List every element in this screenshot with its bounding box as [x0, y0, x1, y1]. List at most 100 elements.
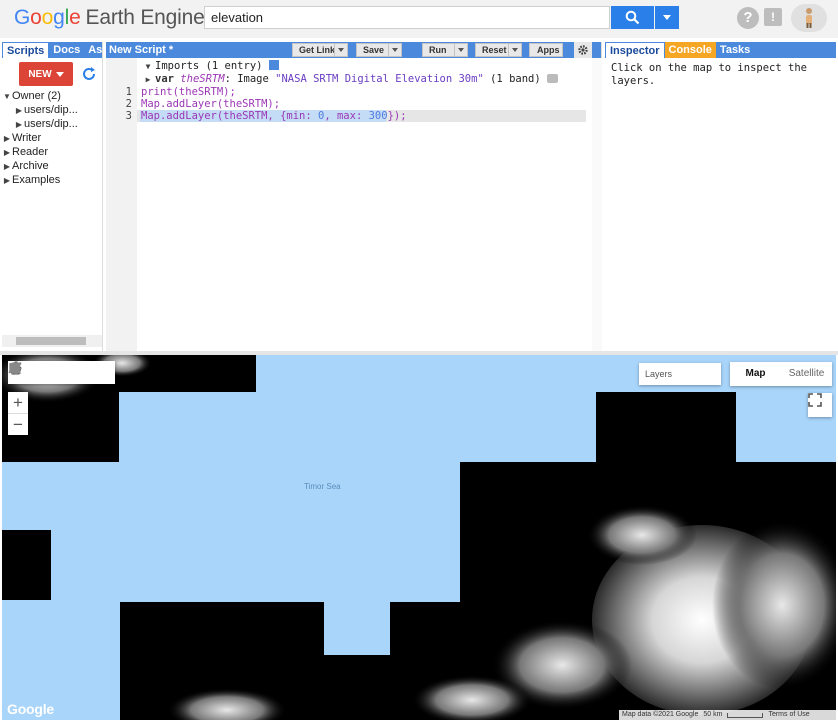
- sea-label: Timor Sea: [304, 482, 341, 491]
- scale-bar: [727, 713, 764, 718]
- fullscreen-icon: [808, 393, 822, 407]
- tree-item-repo[interactable]: ▶ users/dip...: [2, 117, 102, 131]
- earth-engine-logo[interactable]: Google Earth Engine: [14, 6, 205, 30]
- tree-item-archive[interactable]: ▶ Archive: [2, 159, 102, 173]
- right-panel-tabs: Inspector Console Tasks: [605, 42, 836, 58]
- import-name[interactable]: theSRTM: [180, 73, 224, 85]
- tree-item-examples[interactable]: ▶ Examples: [2, 173, 102, 187]
- account-avatar[interactable]: [791, 4, 827, 32]
- chevron-down-icon[interactable]: [334, 44, 347, 56]
- tree-label: Owner (2): [12, 90, 61, 102]
- layers-button[interactable]: Layers: [639, 363, 721, 385]
- google-logo: Google: [7, 701, 55, 717]
- chevron-down-icon: [663, 15, 671, 20]
- eye-icon[interactable]: [547, 74, 559, 83]
- editor-toolbar: New Script * Get Link Save Run Reset App…: [106, 42, 601, 58]
- import-type: Image: [237, 73, 269, 85]
- tab-scripts[interactable]: Scripts: [2, 42, 50, 58]
- refresh-button[interactable]: [79, 62, 99, 86]
- tree-item-repo[interactable]: ▶ users/dip...: [2, 103, 102, 117]
- code-text: Map.addLayer(theSRTM, {min: 0, max: 300}…: [141, 110, 407, 122]
- map-type-control: Map Satellite: [730, 362, 832, 386]
- code-editor-panel: New Script * Get Link Save Run Reset App…: [106, 42, 602, 351]
- rectangle-tool-icon[interactable]: [8, 361, 22, 375]
- imports-header[interactable]: ▼ Imports (1 entry): [106, 60, 586, 72]
- get-link-button[interactable]: Get Link: [292, 43, 348, 57]
- tree-label: Examples: [12, 174, 61, 186]
- zoom-control: + −: [8, 392, 28, 435]
- inspector-message: Click on the map to inspect the layers.: [611, 62, 807, 87]
- apps-button[interactable]: Apps: [529, 43, 563, 57]
- run-button[interactable]: Run: [422, 43, 468, 57]
- save-label: Save: [363, 45, 385, 55]
- reset-label: Reset: [482, 45, 507, 55]
- scale-label: 50 km: [703, 711, 723, 718]
- left-panel-tabs: Scripts Docs Ass: [2, 42, 102, 58]
- tree-item-writer[interactable]: ▶ Writer: [2, 131, 102, 145]
- chevron-down-icon: [55, 71, 64, 77]
- caret-right-icon[interactable]: ▶: [141, 74, 155, 86]
- header-bar: GoogleEarth Engine ? !: [0, 0, 838, 38]
- tab-tasks[interactable]: Tasks: [716, 42, 754, 58]
- settings-button[interactable]: [574, 42, 592, 58]
- help-button[interactable]: ?: [737, 7, 759, 29]
- tab-docs[interactable]: Docs: [49, 42, 84, 58]
- map-view[interactable]: Timor Sea + − Layers Map Satellite Googl…: [2, 355, 836, 720]
- caret-right-icon: ▶: [3, 176, 11, 185]
- imports-doc-icon[interactable]: [268, 60, 279, 70]
- search-input[interactable]: [204, 6, 610, 29]
- chevron-down-icon[interactable]: [454, 44, 467, 56]
- tree-item-owner[interactable]: ▼Owner (2): [2, 89, 102, 103]
- new-script-button[interactable]: NEW: [19, 62, 73, 86]
- caret-right-icon: ▶: [15, 106, 23, 115]
- horizontal-scrollbar[interactable]: [2, 335, 102, 347]
- code-text: Map.addLayer(theSRTM);: [141, 98, 281, 110]
- search-button[interactable]: [611, 6, 654, 29]
- code-text: print(theSRTM);: [141, 86, 236, 98]
- code-area[interactable]: ▼ Imports (1 entry) ▶ var theSRTM: Image "…: [106, 58, 592, 351]
- vertical-scrollbar[interactable]: [592, 58, 602, 351]
- tree-label: Archive: [12, 160, 49, 172]
- get-link-label: Get Link: [299, 45, 336, 55]
- tab-console[interactable]: Console: [664, 42, 716, 58]
- map-data-credit[interactable]: Map data ©2021 Google: [622, 710, 698, 720]
- script-tree: ▼Owner (2) ▶ users/dip... ▶ users/dip... ▶…: [2, 89, 102, 187]
- zoom-out-button[interactable]: −: [8, 413, 28, 434]
- scrollbar-thumb[interactable]: [16, 337, 86, 345]
- zoom-in-button[interactable]: +: [8, 392, 28, 413]
- search-icon: [625, 10, 640, 25]
- chevron-down-icon[interactable]: [508, 44, 521, 56]
- tree-label: users/dip...: [24, 104, 78, 116]
- user-figure-icon: [806, 8, 812, 28]
- import-description: "NASA SRTM Digital Elevation 30m": [275, 73, 484, 85]
- earth-engine-window: GoogleEarth Engine ? ! Scripts Docs Ass …: [0, 0, 838, 720]
- import-entry[interactable]: ▶ var theSRTM: Image "NASA SRTM Digital E…: [106, 73, 586, 85]
- code-line[interactable]: 3 Map.addLayer(theSRTM, {min: 0, max: 300…: [106, 110, 586, 122]
- new-button-label: NEW: [28, 68, 52, 80]
- line-number: 1: [125, 86, 132, 98]
- tree-item-reader[interactable]: ▶ Reader: [2, 145, 102, 159]
- search-dropdown-button[interactable]: [655, 6, 679, 29]
- reset-button[interactable]: Reset: [475, 43, 522, 57]
- fullscreen-button[interactable]: [808, 393, 832, 417]
- save-button[interactable]: Save: [356, 43, 402, 57]
- import-keyword: var: [155, 73, 174, 85]
- chevron-down-icon[interactable]: [388, 44, 401, 56]
- code-line[interactable]: 2 Map.addLayer(theSRTM);: [106, 98, 586, 110]
- caret-down-icon: ▼: [3, 92, 11, 101]
- line-number: 2: [125, 98, 132, 110]
- run-label: Run: [429, 45, 447, 55]
- caret-right-icon: ▶: [3, 148, 11, 157]
- imports-label: Imports (1 entry): [155, 60, 263, 72]
- caret-right-icon: ▶: [3, 162, 11, 171]
- map-type-satellite[interactable]: Satellite: [781, 362, 832, 386]
- tab-assets[interactable]: Ass: [84, 42, 102, 58]
- feedback-button[interactable]: !: [764, 8, 782, 26]
- caret-down-icon[interactable]: ▼: [141, 61, 155, 73]
- map-attribution: Map data ©2021 Google 50 km Terms of Use: [619, 710, 836, 720]
- tab-inspector[interactable]: Inspector: [605, 42, 665, 58]
- code-line[interactable]: 1 print(theSRTM);: [106, 86, 586, 98]
- map-type-map[interactable]: Map: [730, 362, 781, 386]
- terms-link[interactable]: Terms of Use: [768, 710, 809, 720]
- tree-label: Reader: [12, 146, 49, 158]
